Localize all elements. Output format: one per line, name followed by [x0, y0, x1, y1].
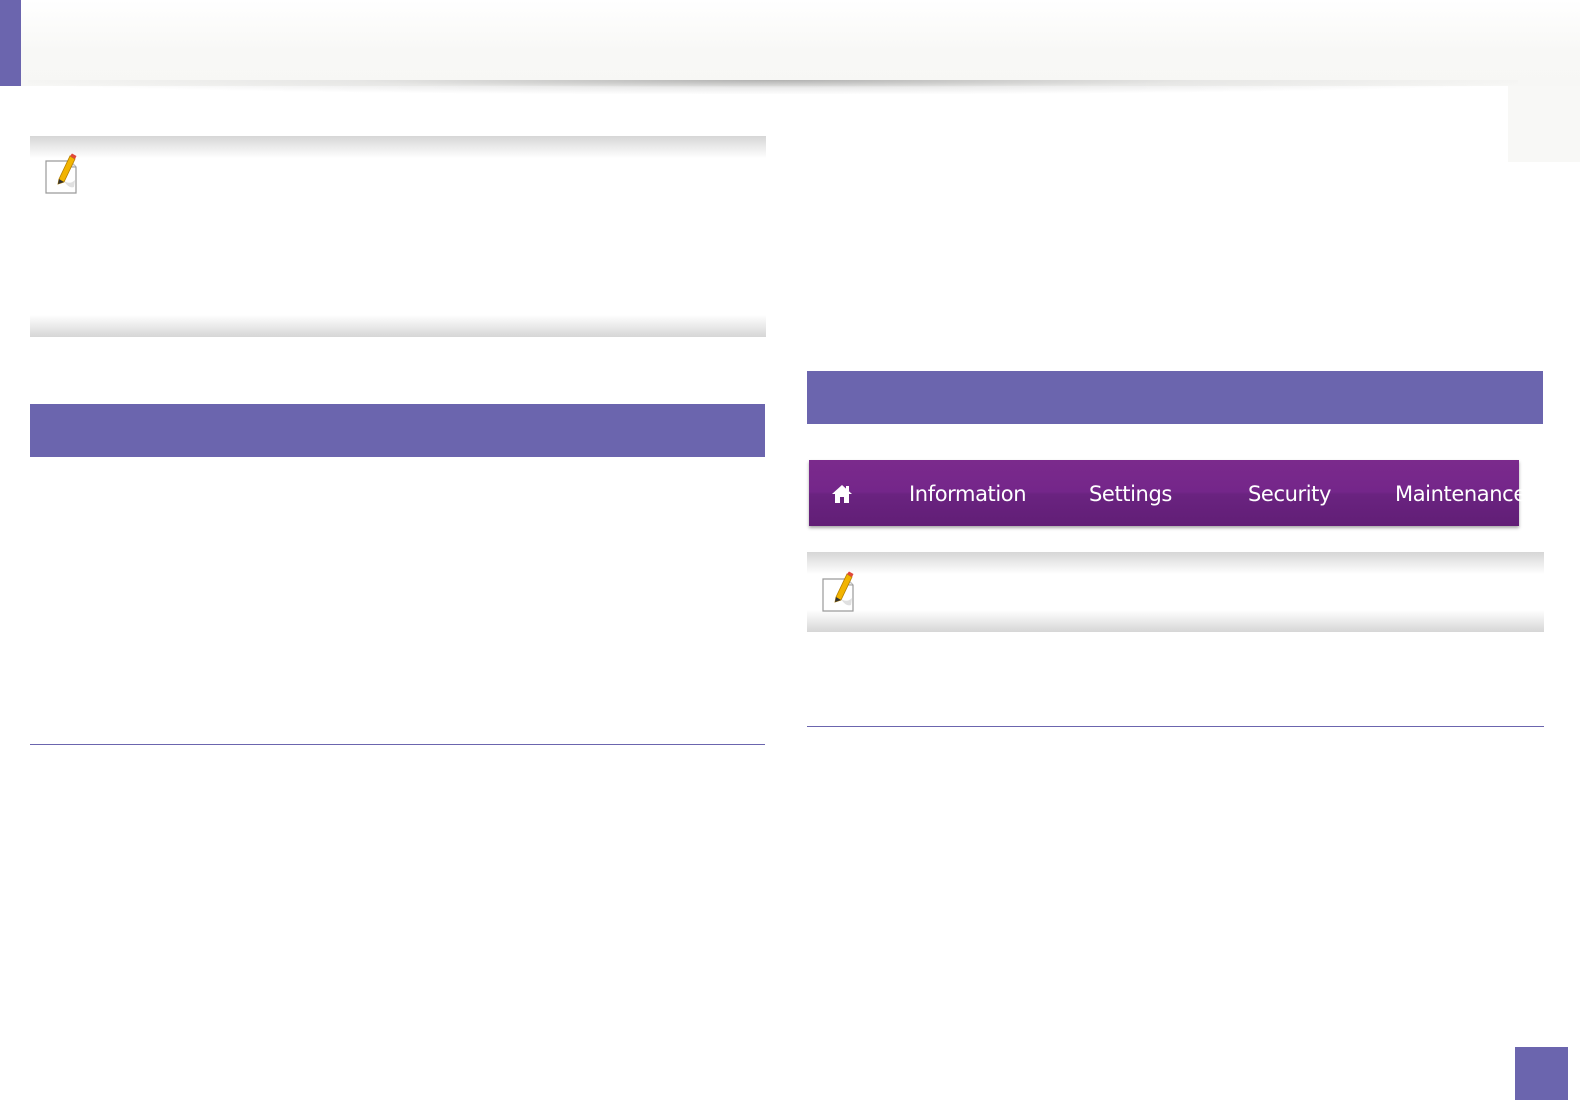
note-top-shade — [30, 136, 766, 158]
note-pencil-icon — [822, 571, 854, 612]
header-left-accent — [0, 0, 21, 86]
nav-item-security[interactable]: Security — [1248, 482, 1331, 506]
section-bar-left — [30, 404, 765, 457]
header-shadow — [28, 80, 1518, 94]
web-nav-bar: Information Settings Security Maintenanc… — [809, 460, 1526, 526]
note-box-right — [807, 552, 1544, 632]
note-bottom-shade — [30, 315, 766, 337]
divider-rule-right — [807, 726, 1544, 727]
header-band — [21, 0, 1580, 86]
page-number-badge — [1515, 1047, 1568, 1100]
section-bar-right — [807, 371, 1543, 424]
nav-item-maintenance[interactable]: Maintenance — [1395, 482, 1526, 506]
note-top-shade — [807, 552, 1544, 574]
nav-item-information[interactable]: Information — [909, 482, 1027, 506]
divider-rule-left — [30, 744, 765, 745]
header-wash-right — [1508, 86, 1580, 162]
note-bottom-shade — [807, 610, 1544, 632]
nav-item-settings[interactable]: Settings — [1089, 482, 1172, 506]
note-box-left — [30, 136, 766, 337]
note-pencil-icon — [45, 153, 77, 194]
home-icon[interactable] — [831, 483, 853, 505]
